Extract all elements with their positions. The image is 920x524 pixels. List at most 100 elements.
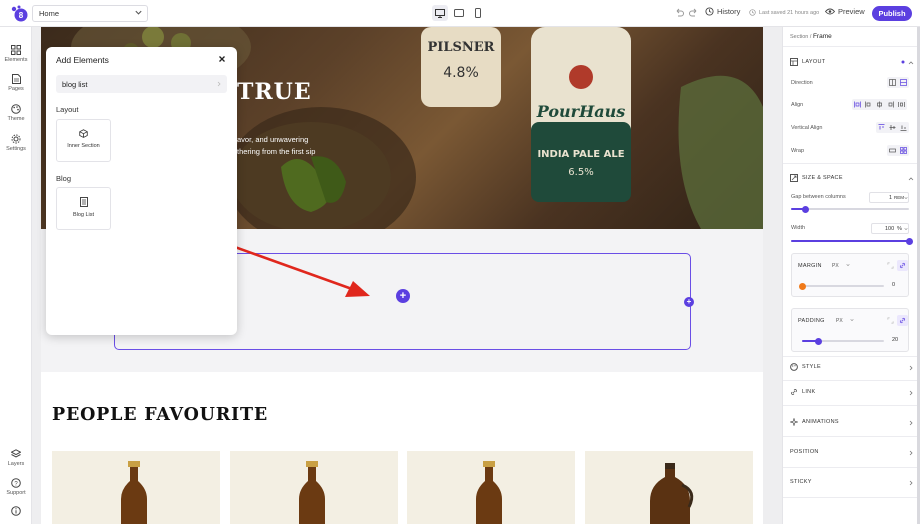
align-center-icon [877, 101, 882, 108]
padding-unit-select[interactable]: PX [836, 318, 854, 324]
tablet-icon [454, 9, 464, 17]
align-option-4[interactable] [885, 99, 896, 110]
sidebar-item-layers[interactable]: Layers [0, 449, 32, 467]
redo-icon[interactable] [689, 8, 699, 18]
chevron-right-icon[interactable] [908, 450, 914, 456]
breadcrumb-parent[interactable]: Section [790, 34, 808, 40]
valign-option-1[interactable] [876, 122, 887, 133]
product-card[interactable] [230, 451, 398, 524]
tablet-view-button[interactable] [451, 5, 467, 21]
gap-slider-knob[interactable] [801, 205, 809, 213]
valign-option-3[interactable] [898, 122, 909, 133]
close-icon[interactable] [217, 54, 227, 64]
cube-icon [79, 129, 88, 138]
divider [783, 163, 917, 164]
align-option-2[interactable] [863, 99, 874, 110]
align-space-around-icon [898, 102, 905, 107]
blog-list-icon [79, 197, 88, 207]
desktop-view-button[interactable] [432, 5, 448, 21]
align-option-3[interactable] [874, 99, 885, 110]
margin-value[interactable]: 0 [892, 282, 895, 288]
chevron-up-icon[interactable] [908, 60, 914, 66]
gap-slider[interactable] [791, 208, 909, 210]
history-icon [705, 7, 714, 16]
chevron-right-icon[interactable] [908, 420, 914, 426]
wrap-button[interactable] [898, 145, 909, 156]
no-wrap-button[interactable] [887, 145, 898, 156]
unlink-icon[interactable] [887, 317, 894, 324]
sticky-section-header[interactable]: STICKY [790, 479, 812, 485]
style-section-header[interactable]: STYLE [790, 363, 821, 371]
clock-icon [749, 9, 756, 16]
link-section-header[interactable]: LINK [790, 388, 815, 396]
margin-slider-knob[interactable] [798, 282, 806, 290]
publish-button[interactable]: Publish [872, 6, 912, 21]
width-unit: % [897, 225, 902, 232]
elements-grid-icon [11, 45, 21, 55]
section-title: LAYOUT [802, 59, 826, 65]
info-button[interactable] [0, 506, 32, 518]
direction-column-button[interactable] [898, 77, 909, 88]
product-card[interactable] [52, 451, 220, 524]
product-card[interactable] [407, 451, 575, 524]
margin-link-button[interactable] [897, 260, 908, 271]
width-slider-knob[interactable] [905, 237, 913, 245]
sidebar-item-pages[interactable]: Pages [0, 74, 32, 92]
padding-slider-knob[interactable] [814, 337, 822, 345]
product-card[interactable] [585, 451, 753, 524]
width-slider-fill [791, 240, 909, 242]
sidebar-item-label: Layers [7, 461, 25, 467]
history-button[interactable]: History [705, 7, 740, 16]
padding-link-button[interactable] [897, 315, 908, 326]
favourites-section[interactable]: PEOPLE FAVOURITE [41, 372, 763, 524]
page-select[interactable]: Home [32, 5, 148, 22]
sidebar-item-elements[interactable]: Elements [0, 45, 32, 63]
margin-unit-select[interactable]: PX [832, 263, 850, 269]
divider [783, 405, 917, 406]
add-element-button[interactable]: + [396, 289, 410, 303]
padding-box: PADDING PX 20 [791, 308, 909, 352]
mobile-view-button[interactable] [470, 5, 486, 21]
link-icon [899, 262, 906, 269]
sidebar-item-label: Elements [4, 57, 28, 63]
direction-row-button[interactable] [887, 77, 898, 88]
position-section-header[interactable]: POSITION [790, 449, 819, 455]
width-input[interactable]: 100 % [871, 223, 909, 234]
undo-icon[interactable] [674, 8, 684, 18]
align-start-icon [865, 101, 871, 108]
columns-icon [889, 79, 896, 86]
animations-section-header[interactable]: ANIMATIONS [790, 418, 839, 426]
gap-input[interactable]: 1 REM [869, 192, 909, 203]
chevron-up-icon[interactable] [908, 176, 914, 182]
section-title: PEOPLE FAVOURITE [52, 405, 269, 425]
sidebar-item-support[interactable]: ? Support [0, 478, 32, 496]
align-end-icon [888, 101, 894, 108]
align-option-5[interactable] [896, 99, 907, 110]
element-search-input[interactable] [56, 75, 227, 93]
padding-value[interactable]: 20 [892, 337, 898, 343]
divider [783, 356, 917, 357]
margin-slider[interactable] [802, 285, 884, 287]
sidebar-item-theme[interactable]: Theme [0, 104, 32, 122]
beer-bottle-image [476, 461, 502, 524]
layout-section-header[interactable]: LAYOUT [790, 58, 825, 66]
sidebar-item-settings[interactable]: Settings [0, 134, 32, 152]
chevron-right-icon[interactable] [908, 480, 914, 486]
add-column-button[interactable]: + [684, 297, 694, 307]
properties-panel: Section / Frame LAYOUT Direction Align V… [782, 27, 920, 524]
element-inner-section[interactable]: Inner Section [56, 119, 111, 162]
device-switcher [432, 5, 486, 21]
align-option-1[interactable] [852, 99, 863, 110]
preview-button[interactable]: Preview [825, 7, 865, 16]
svg-text:4.8%: 4.8% [443, 65, 479, 81]
element-blog-list[interactable]: Blog List [56, 187, 111, 230]
app-logo-icon[interactable]: 8 [9, 5, 29, 22]
chevron-right-icon[interactable] [908, 365, 914, 371]
divider [783, 46, 917, 47]
size-space-section-header[interactable]: SIZE & SPACE [790, 174, 843, 182]
gear-icon [11, 134, 21, 144]
unlink-icon[interactable] [887, 262, 894, 269]
chevron-right-icon[interactable] [908, 390, 914, 396]
left-sidebar: Elements Pages Theme Settings Layers ? S… [0, 27, 32, 524]
valign-option-2[interactable] [887, 122, 898, 133]
